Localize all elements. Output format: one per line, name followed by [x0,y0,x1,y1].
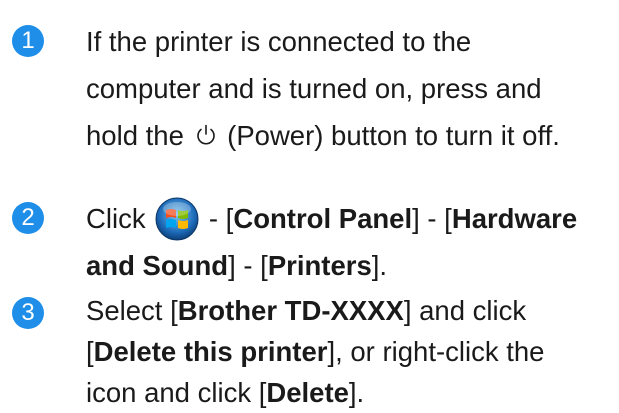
delete-label: Delete [266,377,349,408]
text-fragment: Click [86,203,154,234]
text-fragment: ]. [371,250,388,281]
text-fragment: icon and click [ [86,377,267,408]
text-line: Click - [Control Panel] - [Hardware [86,195,614,242]
text-fragment: ] - [ [412,203,452,234]
text-line: icon and click [Delete]. [86,372,614,413]
step-text: Select [Brother TD-XXXX] and click [Dele… [86,290,614,413]
text-line: computer and is turned on, press and [86,73,542,104]
text-fragment: ] - [ [228,250,268,281]
text-line: hold the (Power) button to turn it off. [86,112,614,159]
text-fragment: [ [86,336,94,367]
step-text: If the printer is connected to the compu… [86,18,614,159]
text-fragment: - [ [201,203,234,234]
text-line: [Delete this printer], or right-click th… [86,331,614,372]
menu-path-control-panel: Control Panel [233,203,413,234]
text-line: and Sound] - [Printers]. [86,242,614,289]
power-icon [193,115,219,145]
text-fragment: (Power) button to turn it off. [219,120,560,151]
step-number-badge: 3 [12,297,44,329]
text-fragment: ] and click [403,295,527,326]
text-fragment: hold the [86,120,192,151]
text-line: Select [Brother TD-XXXX] and click [86,290,614,331]
menu-path-hardware-and-sound-cont: and Sound [86,250,229,281]
menu-path-printers: Printers [267,250,372,281]
text-fragment: Select [ [86,295,178,326]
menu-path-hardware-and-sound: Hardware [451,203,578,234]
delete-this-printer-label: Delete this printer [93,336,328,367]
step-number-badge: 1 [12,25,44,57]
printer-name: Brother TD-XXXX [177,295,404,326]
text-fragment: ], or right-click the [327,336,545,367]
text-fragment: ]. [348,377,365,408]
step-number-badge: 2 [12,202,44,234]
text-line: If the printer is connected to the [86,26,472,57]
windows-start-icon [155,197,199,241]
step-text: Click - [Control Panel] - [Hardware and … [86,195,614,289]
